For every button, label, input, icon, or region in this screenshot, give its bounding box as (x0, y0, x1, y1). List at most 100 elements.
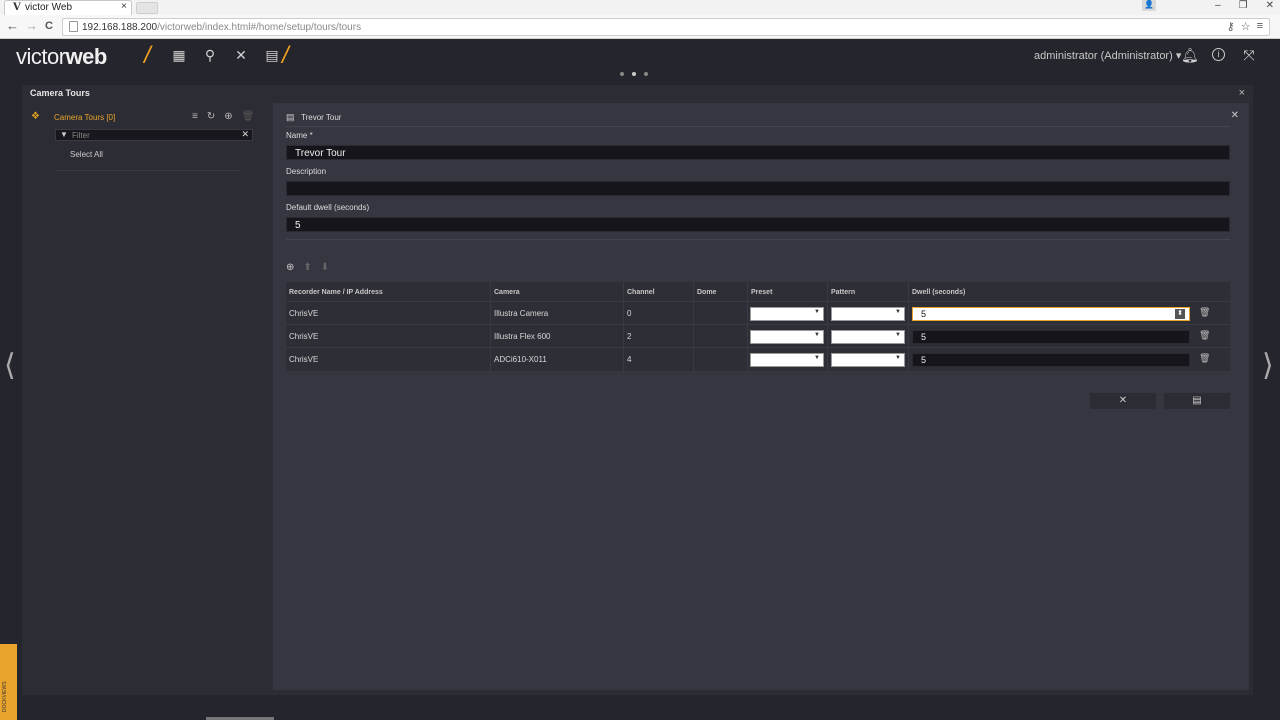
save-icon: ▤ (1192, 395, 1202, 406)
browser-nav-bar: ← → C 192.168.188.200/victorweb/index.ht… (0, 15, 1280, 39)
menu-icon[interactable]: ≡ (1257, 20, 1263, 33)
page-icon (69, 21, 78, 32)
previous-panel-icon[interactable]: ⟨ (4, 348, 16, 383)
tab-close-icon[interactable]: × (121, 1, 127, 12)
filter-placeholder: Filter (72, 131, 90, 140)
column-header: Recorder Name / IP Address (289, 289, 383, 296)
channel-cell: 0 (627, 309, 632, 318)
fullscreen-icon[interactable]: ⤧ (1241, 47, 1257, 63)
slash-divider-2: / (282, 42, 289, 69)
tour-icon: ▤ (286, 112, 295, 122)
report-icon[interactable]: ▤ (264, 47, 280, 63)
forward-icon[interactable]: → (25, 18, 38, 33)
column-header: Channel (627, 289, 655, 296)
victorweb-logo: victorweb (16, 44, 107, 69)
description-label: Description (286, 167, 327, 176)
column-header: Camera (494, 289, 520, 296)
dockviews-label: DOCKVIEWS (2, 681, 8, 712)
select-all-link[interactable]: Select All (70, 150, 103, 159)
move-up-icon[interactable]: ⬆ (303, 262, 311, 273)
url-text: 192.168.188.200/victorweb/index.html#/ho… (82, 22, 362, 33)
delete-row-icon[interactable]: 🗑︎ (1199, 353, 1210, 364)
move-down-icon[interactable]: ⬇ (321, 262, 329, 273)
search-icon[interactable]: ⚲ (202, 47, 218, 63)
user-menu[interactable]: administrator (Administrator) ▾ (1034, 49, 1181, 62)
dwell-input[interactable]: 5 (912, 353, 1190, 367)
key-icon[interactable]: ⚷ (1227, 20, 1235, 33)
save-button[interactable]: ▤ (1164, 393, 1230, 409)
cancel-button[interactable]: ✕ (1090, 393, 1156, 409)
pattern-select[interactable] (831, 330, 905, 344)
pattern-select[interactable] (831, 353, 905, 367)
divider (55, 170, 241, 171)
filter-input[interactable]: ▼ Filter ✕ (55, 129, 253, 141)
delete-row-icon[interactable]: 🗑︎ (1199, 307, 1210, 318)
column-header: Dome (697, 289, 717, 296)
tools-icon[interactable]: ✕ (233, 47, 249, 63)
browser-tab[interactable]: V victor Web × (4, 0, 132, 15)
back-icon[interactable]: ← (6, 18, 19, 33)
camera-cell: ADCi610-X011 (494, 355, 547, 364)
column-header: Pattern (831, 289, 856, 296)
editor-close-icon[interactable]: ✕ (1231, 110, 1239, 121)
page-dot-active[interactable] (632, 72, 636, 76)
add-camera-icon[interactable]: ⊕ (286, 262, 294, 273)
minimize-button[interactable]: – (1215, 0, 1221, 15)
dwell-input[interactable]: 5 (912, 330, 1190, 344)
info-icon[interactable]: i (1212, 48, 1225, 61)
camera-tours-panel: Camera Tours × ❖ Camera Tours [0] ≡ ↻ ⊕ … (22, 85, 1253, 695)
dwell-input[interactable]: 5 ⬍ (912, 307, 1190, 321)
grid-icon[interactable]: ▦ (171, 47, 187, 63)
preset-select[interactable] (750, 330, 824, 344)
filter-icon: ▼ (60, 130, 68, 139)
page-dot[interactable] (644, 72, 648, 76)
address-bar[interactable]: 192.168.188.200/victorweb/index.html#/ho… (62, 18, 1270, 36)
tour-folder-icon: ❖ (31, 111, 40, 122)
profile-icon[interactable]: 👤 (1142, 0, 1156, 11)
page-dot[interactable] (620, 72, 624, 76)
bookmark-star-icon[interactable]: ☆ (1241, 20, 1251, 33)
restore-button[interactable]: ❐ (1239, 0, 1248, 15)
default-dwell-label: Default dwell (seconds) (286, 203, 370, 212)
table-row[interactable]: ChrisVE ADCi610-X011 4 5 🗑︎ (286, 347, 1230, 370)
bell-icon[interactable]: 🔔︎ (1181, 47, 1199, 63)
column-header: Dwell (seconds) (912, 289, 966, 296)
spinner-icon[interactable]: ⬍ (1175, 309, 1185, 319)
list-view-icon[interactable]: ≡ (192, 111, 198, 122)
default-dwell-field[interactable]: 5 (286, 217, 1230, 232)
table-row[interactable]: ChrisVE Illustra Flex 600 2 5 🗑︎ (286, 324, 1230, 347)
recorder-cell: ChrisVE (289, 355, 319, 364)
refresh-icon[interactable]: ↻ (207, 111, 215, 122)
clear-filter-icon[interactable]: ✕ (241, 129, 249, 140)
next-panel-icon[interactable]: ⟩ (1262, 348, 1274, 383)
description-field[interactable] (286, 181, 1230, 196)
channel-cell: 4 (627, 355, 632, 364)
slash-divider: / (144, 42, 151, 69)
editor-title: Trevor Tour (301, 113, 342, 122)
column-header: Preset (751, 289, 773, 296)
pattern-select[interactable] (831, 307, 905, 321)
victor-favicon-icon: V (13, 2, 21, 13)
close-window-button[interactable]: ✕ (1266, 0, 1274, 15)
tree-root-camera-tours[interactable]: Camera Tours [0] (54, 113, 115, 122)
camera-cell: Illustra Flex 600 (494, 332, 551, 341)
channel-cell: 2 (627, 332, 632, 341)
name-label: Name * (286, 131, 313, 140)
preset-select[interactable] (750, 307, 824, 321)
add-icon[interactable]: ⊕ (224, 111, 232, 122)
new-tab-button[interactable] (136, 2, 158, 14)
browser-tab-bar: V victor Web × 👤 – ❐ ✕ (0, 0, 1280, 15)
app-header: victorweb / ▦ ⚲ ✕ ▤ / administrator (Adm… (0, 39, 1280, 83)
divider (286, 126, 1230, 127)
tour-cameras-table: Recorder Name / IP Address Camera Channe… (286, 282, 1230, 371)
panel-title: Camera Tours (30, 88, 90, 98)
panel-close-icon[interactable]: × (1239, 87, 1245, 99)
delete-row-icon[interactable]: 🗑︎ (1199, 330, 1210, 341)
table-row[interactable]: ChrisVE Illustra Camera 0 5⬍ 🗑︎ (286, 301, 1230, 324)
preset-select[interactable] (750, 353, 824, 367)
delete-icon[interactable]: 🗑︎ (242, 111, 255, 122)
page-indicator (620, 72, 648, 76)
name-field[interactable]: Trevor Tour (286, 145, 1230, 160)
recorder-cell: ChrisVE (289, 309, 319, 318)
reload-icon[interactable]: C (45, 20, 53, 32)
